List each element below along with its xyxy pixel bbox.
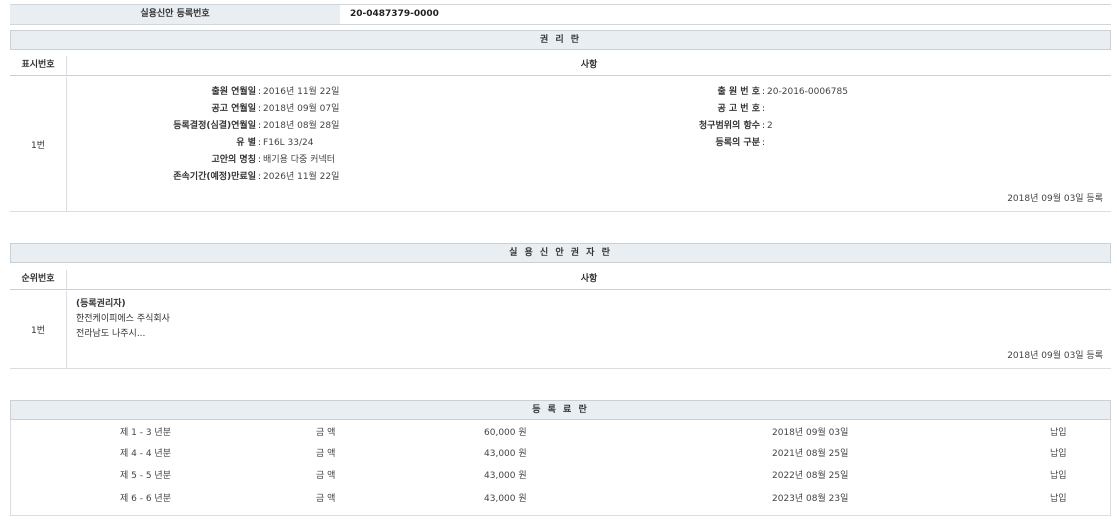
rights-entry: 1번 출원 연월일:2016년 11월 22일 공고 연월일:2018년 09월…: [10, 77, 1111, 212]
field-decision-date: 등록결정(심결)연월일:2018년 08월 28일: [70, 118, 339, 135]
fee-row: 제 5 - 5 년분 금 액 43,000 원 2022년 08월 25일 납입: [10, 466, 1111, 487]
fee-row: 제 6 - 6 년분 금 액 43,000 원 2023년 08월 23일 납입: [10, 489, 1111, 510]
fee-period: 제 6 - 6 년분: [120, 489, 171, 510]
fee-amount: 43,000 원: [484, 466, 527, 487]
registration-label: 실용신안 등록번호: [10, 5, 340, 24]
registration-row: 실용신안 등록번호 20-0487379-0000: [10, 4, 1111, 25]
holder-entry: 1번 (등록권리자) 한전케이피에스 주식회사 전라남도 나주시... 2018…: [10, 291, 1111, 369]
field-publication-number: 공 고 번 호:: [550, 101, 767, 118]
rights-registered-date: 2018년 09월 03일 등록: [1007, 191, 1103, 204]
rights-entry-number: 1번: [10, 77, 67, 211]
fee-period: 제 5 - 5 년분: [120, 466, 171, 487]
rights-column-header: 표시번호 사항: [10, 56, 1111, 76]
fee-amount: 43,000 원: [484, 489, 527, 510]
holder-name: 한전케이피에스 주식회사: [76, 313, 170, 325]
field-application-number: 출 원 번 호:20-2016-0006785: [550, 84, 848, 101]
fee-amount-label: 금 액: [316, 489, 335, 510]
rights-col-details: 사항: [67, 56, 1111, 75]
fee-date: 2021년 08월 25일: [772, 444, 848, 465]
fee-date: 2023년 08월 23일: [772, 489, 848, 510]
fee-period: 제 1 - 3 년분: [120, 423, 171, 444]
holder-col-details: 사항: [67, 270, 1111, 289]
fee-amount-label: 금 액: [316, 423, 335, 444]
field-invention-title: 고안의 명칭:배기용 다중 커넥터: [70, 152, 335, 169]
fee-row: 제 1 - 3 년분 금 액 60,000 원 2018년 09월 03일 납입: [10, 423, 1111, 444]
field-registration-type: 등록의 구분:: [550, 135, 767, 152]
holder-type: (등록권리자): [76, 298, 126, 310]
holder-column-header: 순위번호 사항: [10, 270, 1111, 290]
fee-period: 제 4 - 4 년분: [120, 444, 171, 465]
field-publication-date: 공고 연월일:2018년 09월 07일: [70, 101, 339, 118]
rights-col-number: 표시번호: [10, 56, 67, 75]
fee-amount: 60,000 원: [484, 423, 527, 444]
holder-col-rank: 순위번호: [10, 270, 67, 289]
fee-status: 납입: [1050, 466, 1067, 487]
fee-row: 제 4 - 4 년분 금 액 43,000 원 2021년 08월 25일 납입: [10, 444, 1111, 465]
rights-section-title: 권 리 란: [10, 30, 1111, 50]
field-expiry-date: 존속기간(예정)만료일:2026년 11월 22일: [70, 169, 339, 186]
fee-amount: 43,000 원: [484, 444, 527, 465]
field-application-date: 출원 연월일:2016년 11월 22일: [70, 84, 339, 101]
fee-date: 2018년 09월 03일: [772, 423, 848, 444]
registration-number: 20-0487379-0000: [350, 5, 439, 24]
fee-section-title: 등 록 료 란: [10, 400, 1111, 420]
holder-address: 전라남도 나주시...: [76, 328, 145, 340]
field-claim-count: 청구범위의 항수:2: [550, 118, 773, 135]
fee-amount-label: 금 액: [316, 466, 335, 487]
fee-date: 2022년 08월 25일: [772, 466, 848, 487]
fee-amount-label: 금 액: [316, 444, 335, 465]
field-classification: 유 별:F16L 33/24: [70, 135, 314, 152]
holder-registered-date: 2018년 09월 03일 등록: [1007, 348, 1103, 361]
fee-status: 납입: [1050, 489, 1067, 510]
fee-status: 납입: [1050, 423, 1067, 444]
holder-entry-number: 1번: [10, 291, 67, 368]
fee-status: 납입: [1050, 444, 1067, 465]
holder-section-title: 실 용 신 안 권 자 란: [10, 243, 1111, 263]
